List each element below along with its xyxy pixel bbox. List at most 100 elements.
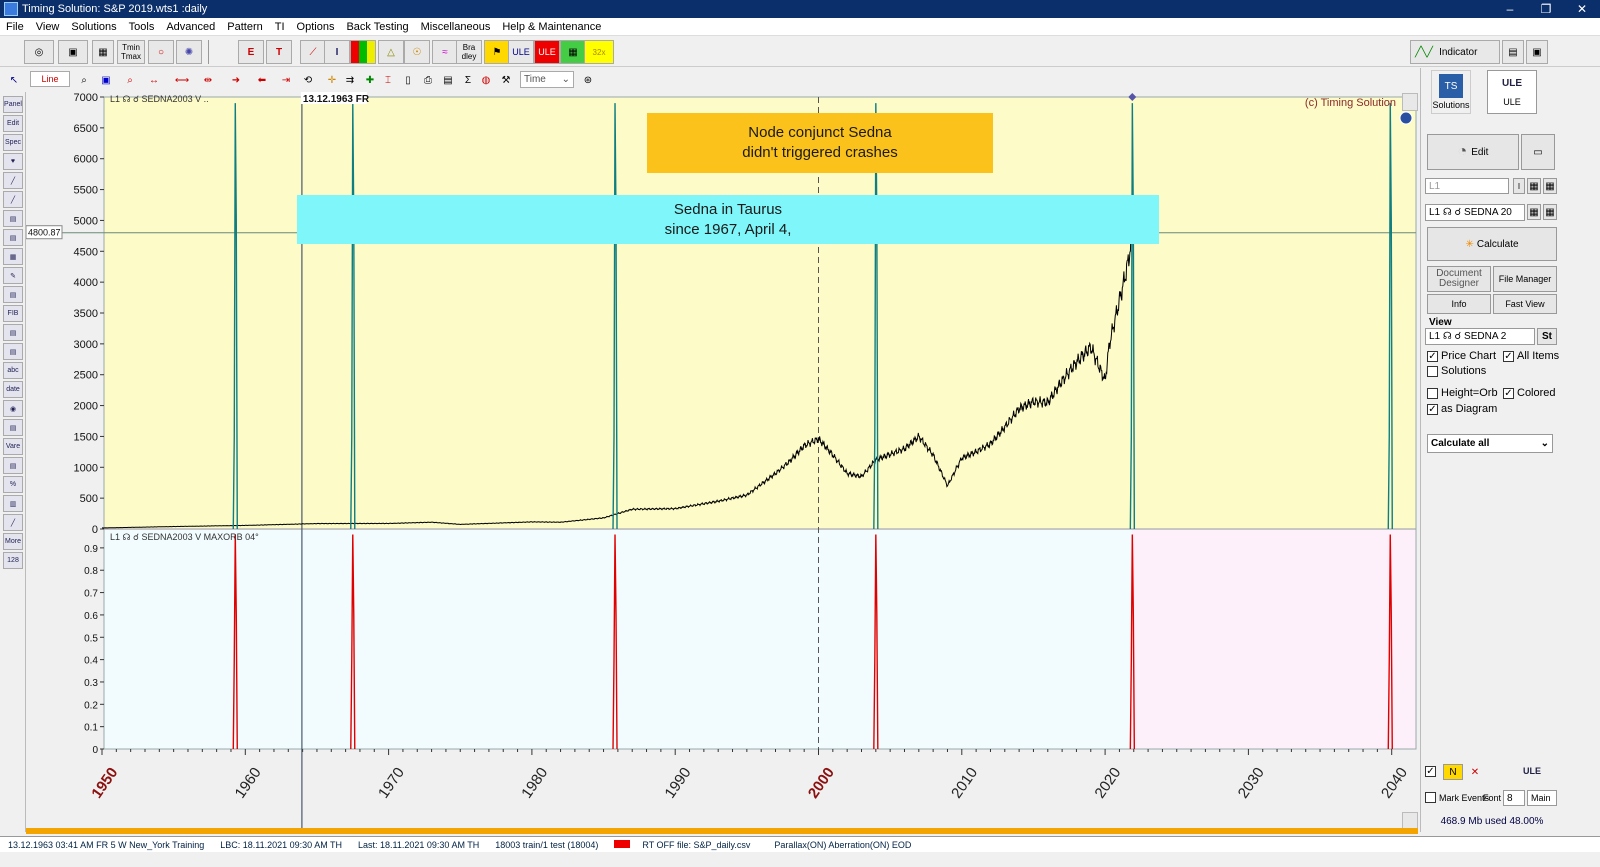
main-select[interactable]: Main	[1527, 790, 1557, 806]
double-arrow-icon[interactable]: ⟷	[172, 71, 192, 89]
edit-button[interactable]: ◔ Edit	[1427, 134, 1519, 170]
time-select[interactable]: Time ⌄	[520, 71, 574, 88]
left-tool-button[interactable]: ✎	[3, 267, 23, 284]
top-scroll-buttons[interactable]	[1402, 93, 1418, 111]
left-tool-button[interactable]: ▦	[3, 248, 23, 265]
grid-view4-icon[interactable]: ▦	[1543, 204, 1557, 220]
menu-tools[interactable]: Tools	[123, 21, 161, 33]
open-globe-icon[interactable]: ◎	[24, 40, 54, 64]
price-chart-checkbox[interactable]: ✓ Price Chart	[1427, 350, 1496, 362]
left-tool-button[interactable]: %	[3, 476, 23, 493]
transit-t-icon[interactable]: T	[266, 40, 292, 64]
left-tool-button[interactable]: ▤	[3, 419, 23, 436]
calculate-button[interactable]: ✳ Calculate	[1427, 227, 1557, 261]
info-i-icon[interactable]: I	[324, 40, 350, 64]
ephemeris-e-icon[interactable]: E	[238, 40, 264, 64]
timeline-bar[interactable]	[26, 828, 1418, 834]
left-tool-button[interactable]: ╱	[3, 172, 23, 189]
n-icon[interactable]: N	[1443, 764, 1463, 780]
color-bars-icon[interactable]	[350, 40, 376, 64]
menu-help[interactable]: Help & Maintenance	[496, 21, 607, 33]
speed-button[interactable]: 32x	[584, 40, 614, 64]
left-tool-button[interactable]: ▥	[3, 495, 23, 512]
mark-events-checkbox[interactable]: Mark Events	[1425, 792, 1489, 803]
bracket-icon[interactable]: ⌶	[378, 71, 398, 89]
window-icon[interactable]: ▦	[92, 40, 114, 64]
table-icon[interactable]: ▤	[1502, 40, 1524, 64]
print-icon[interactable]: ⎙	[418, 71, 438, 89]
ule-button[interactable]: ULE	[508, 40, 534, 64]
sun-icon[interactable]: ☉	[404, 40, 430, 64]
colored-checkbox[interactable]: ✓ Colored	[1503, 387, 1556, 399]
scale-icon[interactable]: ⇉	[340, 71, 360, 89]
left-tool-button[interactable]: ▤	[3, 343, 23, 360]
annotation-sedna-taurus[interactable]: Sedna in Taurus since 1967, April 4,	[297, 195, 1159, 244]
document-designer-button[interactable]: Document Designer	[1427, 266, 1491, 292]
left-tool-button[interactable]: More	[3, 533, 23, 550]
sigma-icon[interactable]: Σ	[458, 71, 478, 89]
left-tool-button[interactable]: ▤	[3, 286, 23, 303]
bottom-checkbox[interactable]: ✓	[1425, 766, 1439, 777]
grid-view3-icon[interactable]: ▦	[1527, 204, 1541, 220]
ule-red-button[interactable]: ULE	[534, 40, 560, 64]
menu-options[interactable]: Options	[291, 21, 341, 33]
arrow-left-icon[interactable]: ⬅	[252, 71, 272, 89]
crosshair-icon[interactable]: ✛	[322, 71, 342, 89]
save-icon[interactable]: ▣	[58, 40, 88, 64]
folder-icon[interactable]: ▭	[1521, 134, 1555, 170]
left-tool-button[interactable]: ▤	[3, 324, 23, 341]
view-select[interactable]: L1 ☊ ☌ SEDNA 2	[1425, 328, 1535, 345]
document-icon[interactable]: ▯	[398, 71, 418, 89]
bradley-button[interactable]: Bra dley	[456, 40, 482, 64]
menu-back-testing[interactable]: Back Testing	[340, 21, 414, 33]
menu-pattern[interactable]: Pattern	[221, 21, 268, 33]
grid-icon[interactable]: ▦	[560, 40, 586, 64]
arrow-end-icon[interactable]: ⇥	[276, 71, 296, 89]
left-tool-button[interactable]: Vare	[3, 438, 23, 455]
flag-icon[interactable]: ⚑	[484, 40, 510, 64]
left-tool-button[interactable]: ╱	[3, 514, 23, 531]
font-size-stepper[interactable]: 8	[1503, 790, 1525, 806]
menu-file[interactable]: File	[0, 21, 30, 33]
left-tool-button[interactable]: Panel	[3, 96, 23, 113]
all-items-checkbox[interactable]: ✓ All Items	[1503, 350, 1559, 362]
grid-view-icon[interactable]: ▦	[1527, 178, 1541, 194]
left-tool-button[interactable]: ▤	[3, 229, 23, 246]
left-tool-button[interactable]: ♥	[3, 153, 23, 170]
arrow-right-icon[interactable]: ➜	[226, 71, 246, 89]
indicator-button[interactable]: ╱╲╱ Indicator	[1410, 40, 1500, 64]
lock-icon[interactable]: ⊛	[578, 71, 598, 89]
maximize-button[interactable]: ❐	[1528, 2, 1564, 16]
close-small-icon[interactable]: ✕	[1467, 764, 1483, 780]
triangle-icon[interactable]: △	[378, 40, 404, 64]
as-diagram-checkbox[interactable]: ✓ as Diagram	[1427, 403, 1497, 415]
menu-ti[interactable]: TI	[269, 21, 291, 33]
left-tool-button[interactable]: ▤	[3, 457, 23, 474]
circle-icon[interactable]: ○	[148, 40, 174, 64]
l1-select[interactable]: L1 ☊ ☌ SEDNA 20	[1425, 204, 1525, 221]
fast-view-button[interactable]: Fast View	[1493, 294, 1557, 314]
menu-miscellaneous[interactable]: Miscellaneous	[415, 21, 497, 33]
table-view-icon[interactable]: ▤	[438, 71, 458, 89]
waves-icon[interactable]: ≈	[432, 40, 458, 64]
left-tool-button[interactable]: date	[3, 381, 23, 398]
menu-view[interactable]: View	[30, 21, 66, 33]
left-tool-button[interactable]: Edit	[3, 115, 23, 132]
left-tool-button[interactable]: ╱	[3, 191, 23, 208]
menu-solutions[interactable]: Solutions	[65, 21, 122, 33]
left-tool-button[interactable]: Spec	[3, 134, 23, 151]
line-chart-icon[interactable]: ⟋	[300, 40, 326, 64]
height-orb-checkbox[interactable]: Height=Orb	[1427, 387, 1498, 399]
tools-icon[interactable]: ⚒	[496, 71, 516, 89]
bottom-ule-label[interactable]: ULE	[1523, 766, 1541, 776]
disk-icon[interactable]: ▣	[1526, 40, 1548, 64]
solutions-checkbox[interactable]: Solutions	[1427, 365, 1486, 377]
ule-panel-button[interactable]: ULE ULE	[1487, 70, 1537, 114]
info-button[interactable]: Info	[1427, 294, 1491, 314]
l1-field[interactable]: L1	[1425, 178, 1509, 194]
st-button[interactable]: St	[1537, 328, 1557, 345]
pointer-icon[interactable]: ↖	[4, 71, 24, 89]
zoom-area-icon[interactable]: ⌕	[120, 71, 140, 89]
tmin-tmax-button[interactable]: Tmin Tmax	[117, 40, 145, 64]
split-arrow-icon[interactable]: ⇹	[198, 71, 218, 89]
